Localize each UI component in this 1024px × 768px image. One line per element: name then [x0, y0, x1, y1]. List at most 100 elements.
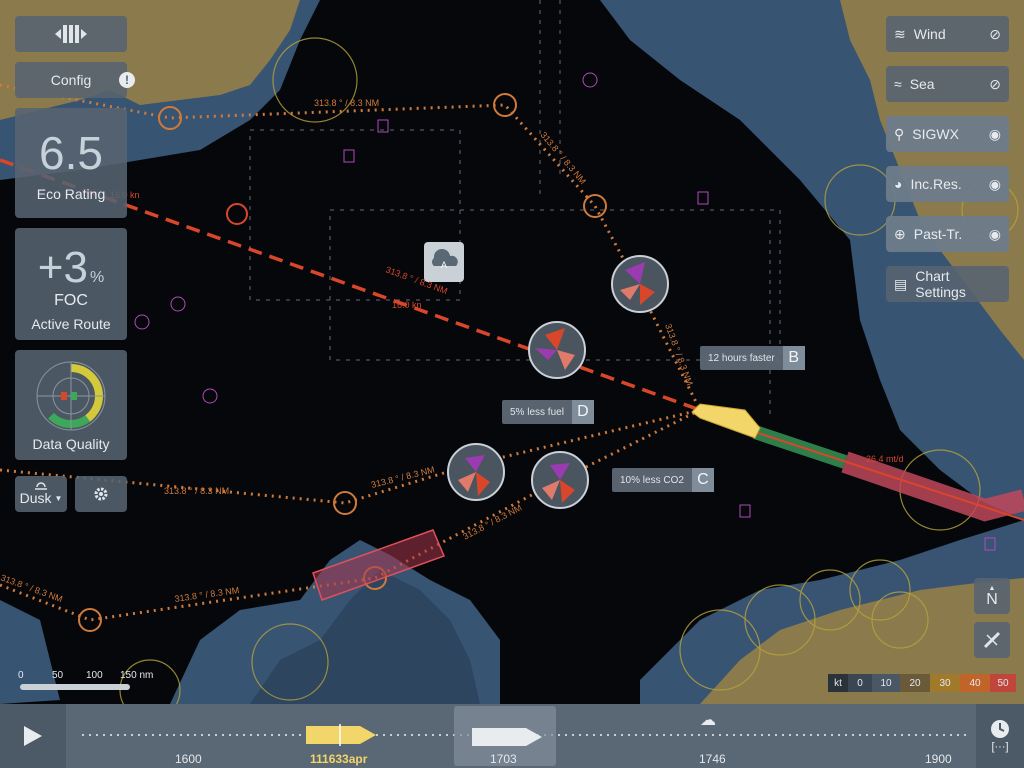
vessel-timeline-icon: [306, 724, 376, 746]
timeline-more-label: [···]: [991, 741, 1009, 753]
weather-station-marker[interactable]: A: [424, 242, 464, 282]
eye-icon[interactable]: ◉: [989, 126, 1001, 143]
legend-value: 20: [900, 674, 930, 692]
wind-rose-3: [447, 443, 505, 501]
scale-tick: 100: [86, 670, 103, 681]
wind-rose-4: [531, 451, 589, 509]
legend-value: 10: [872, 674, 900, 692]
center-vessel-button[interactable]: [974, 622, 1010, 658]
eco-rating-label: Eco Rating: [36, 186, 106, 202]
legend-unit: kt: [828, 674, 848, 692]
legend-value: 30: [930, 674, 960, 692]
eye-icon[interactable]: ◉: [989, 226, 1001, 243]
route-label: 313.8 ° / 8.3 NM: [164, 486, 229, 496]
timeline-label: 1900: [925, 752, 952, 766]
config-button[interactable]: Config: [15, 62, 127, 98]
settings-button[interactable]: [75, 476, 127, 512]
route-label: 313.8 ° / 8.3 NM: [538, 130, 588, 186]
play-button[interactable]: [0, 704, 66, 768]
foc-value: +3%: [37, 243, 105, 292]
route-callout-text: 12 hours faster: [708, 352, 775, 364]
layer-wind[interactable]: ≋ Wind ⊘: [886, 16, 1009, 52]
rate-label: 26.4 mt/d: [866, 454, 904, 464]
eco-rating-card[interactable]: 6.5 Eco Rating: [15, 108, 127, 218]
wind-rose-2: [528, 321, 586, 379]
route-callout-letter: C: [691, 468, 714, 492]
route-label: 313.8 ° / 8.3 NM: [461, 502, 523, 541]
timeline-current-marker[interactable]: [306, 724, 376, 746]
waves-icon: ≈: [894, 76, 902, 92]
eye-off-icon[interactable]: ⊘: [989, 26, 1001, 43]
route-label: 313.8 ° / 8.3 NM: [314, 98, 379, 108]
route-label: 313.8 ° / 8.3 NM: [0, 572, 64, 604]
route-label: 313.8 ° / 8.3 NM: [174, 585, 240, 604]
route-callout-text: 10% less CO2: [620, 474, 684, 486]
timeline-label: 1746: [699, 752, 726, 766]
foc-unit: %: [89, 269, 105, 286]
weather-event-icon[interactable]: ☁: [700, 710, 716, 730]
config-alert-icon: !: [119, 72, 135, 88]
scale-tick: 0: [18, 670, 24, 681]
crosshair-icon: ⊕: [894, 225, 906, 242]
speed-label: 16.0 kn: [392, 300, 422, 310]
sunset-icon: [35, 482, 47, 490]
eco-rating-value: 6.5: [39, 127, 103, 179]
scale-tick: 50: [52, 670, 64, 681]
config-label: Config: [50, 72, 92, 88]
route-logo-icon: [55, 25, 87, 43]
north-up-button[interactable]: ▲ N: [974, 578, 1010, 614]
nautical-chart-map[interactable]: A 313.8 ° / 8.3 NM 313.8 ° / 8.3 NM 313.…: [0, 0, 1024, 768]
timeline-label: 1600: [175, 752, 202, 766]
route-callout-text: 5% less fuel: [510, 406, 564, 418]
layer-incres[interactable]: ◕ Inc.Res. ◉: [886, 166, 1009, 202]
route-waypoints: [78, 93, 607, 632]
layer-sea[interactable]: ≈ Sea ⊘: [886, 66, 1009, 102]
legend-value: 50: [990, 674, 1016, 692]
scale-tick: 150 nm: [120, 670, 154, 681]
play-icon: [24, 726, 42, 746]
scale-bar: 0 50 100 150 nm: [18, 670, 153, 694]
vessel-marker[interactable]: [691, 403, 761, 439]
layer-pasttr[interactable]: ⊕ Past-Tr. ◉: [886, 216, 1009, 252]
ship-locate-icon: [983, 631, 1001, 649]
data-quality-gauge-icon: [36, 361, 106, 431]
wind-speed-legend: kt 0 10 20 30 40 50: [828, 674, 1016, 692]
caret-down-icon: ▼: [54, 493, 63, 503]
layer-incres-label: Inc.Res.: [910, 176, 962, 192]
layer-sigwx[interactable]: ⚲ SIGWX ◉: [886, 116, 1009, 152]
data-quality-card[interactable]: Data Quality: [15, 350, 127, 460]
dusk-label: Dusk: [19, 490, 52, 506]
active-route-waypoint: [226, 203, 248, 225]
legend-value: 40: [960, 674, 990, 692]
shallow-water: [0, 0, 1024, 704]
gear-icon: [94, 487, 108, 501]
north-label: N: [986, 590, 998, 608]
dusk-mode-select[interactable]: Dusk ▼: [15, 476, 67, 512]
timeline-bar[interactable]: ☁ 1600 111633apr 1703 1746 1900 [···]: [0, 704, 1024, 768]
route-label: 313.8 ° / 8.3 NM: [663, 322, 695, 387]
layer-sea-label: Sea: [909, 76, 935, 92]
foc-card[interactable]: +3% FOC Active Route: [15, 228, 127, 340]
timeline-current-label: 111633apr: [310, 752, 368, 766]
route-callout-d[interactable]: 5% less fuel D: [502, 400, 594, 424]
foc-sublabel: Active Route: [31, 316, 111, 332]
clock-icon: [991, 720, 1009, 738]
eye-icon[interactable]: ◉: [989, 176, 1001, 193]
wind-rose-1: [611, 255, 669, 313]
timeline-options-button[interactable]: [···]: [976, 704, 1024, 768]
timeline-label: 1703: [490, 752, 517, 766]
wind-icon: ≋: [894, 25, 906, 42]
foc-label: FOC: [54, 292, 88, 309]
data-quality-label: Data Quality: [32, 436, 110, 452]
layer-pasttr-label: Past-Tr.: [913, 226, 963, 242]
eye-off-icon[interactable]: ⊘: [989, 76, 1001, 93]
logo-button[interactable]: [15, 16, 127, 52]
map-icon: ▤: [894, 275, 908, 292]
route-callout-letter: D: [571, 400, 594, 424]
route-callout-c[interactable]: 10% less CO2 C: [612, 468, 714, 492]
pie-chart-icon: ◕: [894, 176, 903, 192]
route-callout-b[interactable]: 12 hours faster B: [700, 346, 805, 370]
chart-settings-button[interactable]: ▤ Chart Settings: [886, 266, 1009, 302]
location-pin-icon: ⚲: [894, 125, 905, 142]
layer-wind-label: Wind: [913, 26, 946, 42]
